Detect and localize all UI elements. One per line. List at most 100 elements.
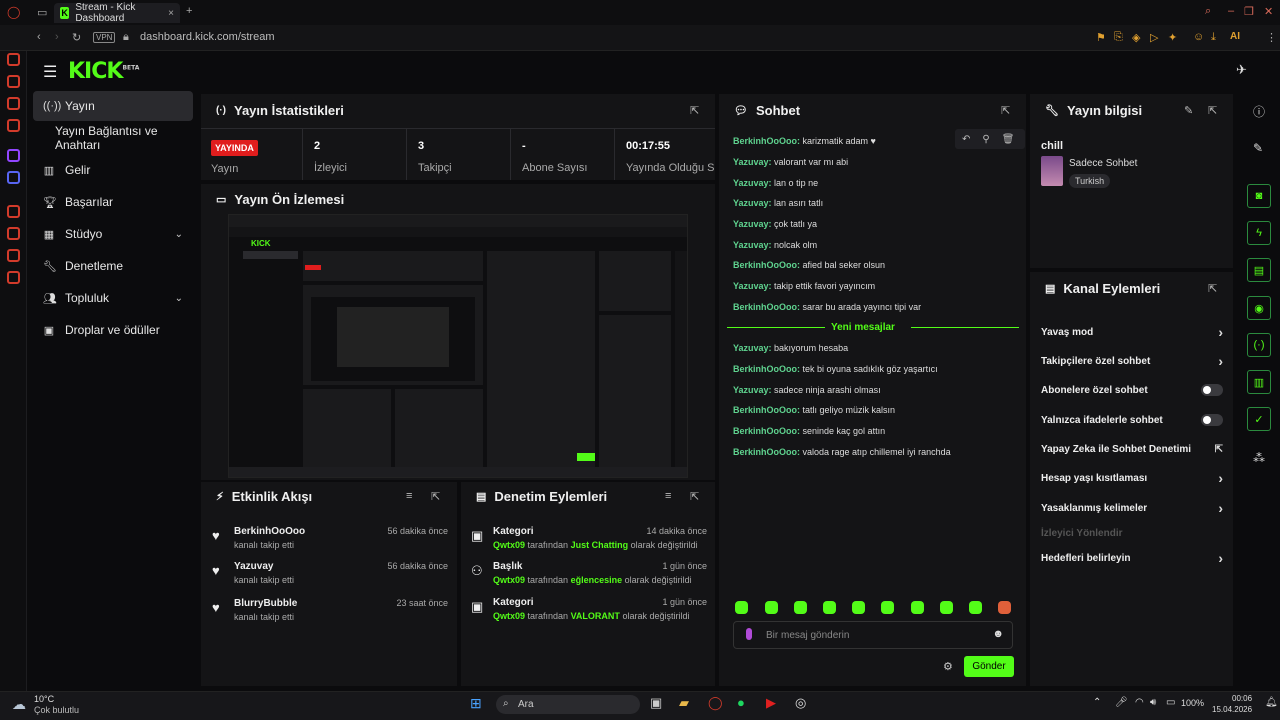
chat-message[interactable]: BerkinhOoOoo: seninde kaç gol attın	[733, 426, 885, 436]
action-emote-only[interactable]: Yalnızca ifadelerle sohbet	[1041, 410, 1223, 430]
reply-icon[interactable]: ↶	[962, 134, 970, 145]
twitch-icon[interactable]	[7, 149, 20, 162]
task-view-icon[interactable]: ▣	[650, 695, 662, 711]
toggle-switch[interactable]	[1201, 384, 1223, 396]
nav-item-yayin[interactable]: ((·)) Yayın	[33, 91, 193, 121]
bookmark-icon[interactable]: ⚑	[1096, 31, 1106, 44]
filter-icon[interactable]: ≡	[406, 490, 412, 502]
popout-icon[interactable]: ⇱	[690, 490, 699, 503]
chat-message[interactable]: Yazuvay: nolcak olm	[733, 240, 817, 250]
stream-preview-video[interactable]: KICK	[228, 214, 688, 478]
tray-chevron-icon[interactable]: ⌃	[1093, 697, 1101, 708]
browser-search-icon[interactable]: ⌕	[1205, 5, 1211, 18]
battery-icon[interactable]: ▭	[1166, 697, 1175, 708]
nav-item-basarilar[interactable]: 🏆︎ Başarılar	[33, 187, 193, 217]
sidebar-app-icon[interactable]	[7, 119, 20, 132]
ai-button[interactable]: AI	[1230, 31, 1240, 42]
chat-message[interactable]: BerkinhOoOoo: valoda rage atıp chillemel…	[733, 447, 951, 457]
discord-icon[interactable]	[7, 171, 20, 184]
vpn-badge[interactable]: VPN	[93, 32, 116, 43]
action-subscribers-only[interactable]: Abonelere özel sohbet	[1041, 380, 1223, 400]
url-text[interactable]: dashboard.kick.com/stream	[140, 31, 275, 43]
nav-item-gelir[interactable]: ▥ Gelir	[33, 155, 193, 185]
action-goals[interactable]: Hedefleri belirleyin ›	[1041, 548, 1223, 568]
opera-taskbar-icon[interactable]: ◯	[708, 695, 723, 711]
action-banned-words[interactable]: Yasaklanmış kelimeler ›	[1041, 498, 1223, 518]
filter-icon[interactable]: ≡	[665, 490, 671, 502]
edit-icon[interactable]: ✎	[1253, 141, 1263, 155]
forward-icon[interactable]: ›	[55, 31, 59, 43]
popout-icon[interactable]: ⇱	[1001, 104, 1010, 117]
app-icon[interactable]: ◎	[795, 695, 806, 711]
download-icon[interactable]: ⤓	[1211, 31, 1216, 44]
apps-icon[interactable]: ⁂	[1253, 451, 1265, 465]
action-followers-only[interactable]: Takipçilere özel sohbet ›	[1041, 351, 1223, 371]
tab-close-icon[interactable]: ×	[168, 8, 174, 19]
emote-icon[interactable]	[852, 601, 865, 614]
action-slow-mode[interactable]: Yavaş mod ›	[1041, 322, 1223, 342]
minimize-icon[interactable]: –	[1228, 5, 1234, 17]
sidebar-app-icon[interactable]	[7, 205, 20, 218]
weather-temp[interactable]: 10°C	[34, 694, 54, 704]
rail-button-moderation[interactable]: ✓	[1247, 407, 1271, 431]
user-avatar-icon[interactable]: ✈	[1236, 62, 1247, 78]
back-icon[interactable]: ‹	[37, 31, 41, 43]
emote-icon[interactable]	[765, 601, 778, 614]
chat-message[interactable]: BerkinhOoOoo: tek bi oyuna sadıklık göz …	[733, 364, 938, 374]
sidebar-app-icon[interactable]	[7, 53, 20, 66]
close-window-icon[interactable]: ✕	[1264, 5, 1273, 18]
history-icon[interactable]	[7, 227, 20, 240]
sidebar-app-icon[interactable]	[7, 97, 20, 110]
rail-button-broadcast[interactable]: (·)	[1247, 333, 1271, 357]
rail-button-raid[interactable]: ϟ	[1247, 221, 1271, 245]
lock-icon[interactable]: 🔒︎	[123, 31, 129, 44]
sidebar-app-icon[interactable]	[7, 249, 20, 262]
mic-icon[interactable]: 🎤︎	[1115, 697, 1128, 708]
battery-level[interactable]: 100%	[1181, 698, 1204, 708]
volume-icon[interactable]: 🔊︎	[1150, 697, 1156, 708]
nav-item-denetleme[interactable]: 🔧︎ Denetleme	[33, 251, 193, 281]
trash-icon[interactable]: 🗑︎	[1002, 134, 1015, 145]
chat-message[interactable]: Yazuvay: valorant var mı abi	[733, 157, 848, 167]
popout-icon[interactable]: ⇱	[1208, 104, 1217, 117]
rail-button-clip[interactable]: ◙	[1247, 184, 1271, 208]
tab-menu-icon[interactable]: ▭	[37, 6, 47, 19]
windows-start-icon[interactable]: ⊞	[470, 695, 482, 712]
youtube-icon[interactable]: ▶	[766, 695, 776, 711]
chat-message[interactable]: Yazuvay: takip ettik favori yayıncım	[733, 281, 875, 291]
weather-icon[interactable]: ☁	[12, 696, 26, 713]
snapshot-icon[interactable]: ⎘	[1114, 31, 1123, 44]
emote-icon[interactable]	[794, 601, 807, 614]
weather-text[interactable]: Çok bulutlu	[34, 705, 79, 715]
rail-button-chat[interactable]: ◉	[1247, 296, 1271, 320]
wifi-icon[interactable]: ◠	[1135, 697, 1144, 708]
popout-icon[interactable]: ⇱	[690, 104, 699, 117]
popout-icon[interactable]: ⇱	[431, 490, 440, 503]
info-icon[interactable]: ⓘ	[1253, 103, 1265, 120]
action-ai-moderation[interactable]: Yapay Zeka ile Sohbet Denetimi ⇱	[1041, 439, 1223, 459]
chat-message[interactable]: BerkinhOoOoo: sarar bu arada yayıncı tip…	[733, 302, 921, 312]
settings-icon[interactable]	[7, 271, 20, 284]
clock-date[interactable]: 15.04.2026	[1212, 705, 1252, 714]
nav-item-topluluk[interactable]: 👥︎ Topluluk ⌄	[33, 283, 193, 313]
emote-icon[interactable]	[911, 601, 924, 614]
nav-item-droplar[interactable]: ▣ Droplar ve ödüller	[33, 315, 193, 345]
clock-time[interactable]: 00:06	[1232, 694, 1252, 703]
reload-icon[interactable]: ↻	[72, 31, 81, 44]
emote-icon[interactable]	[969, 601, 982, 614]
rail-button-actions[interactable]: ▥	[1247, 370, 1271, 394]
play-icon[interactable]: ▷	[1150, 31, 1158, 44]
chat-message[interactable]: BerkinhOoOoo: tatlı geliyo müzik kalsın	[733, 405, 895, 415]
shield-icon[interactable]: ◈	[1132, 31, 1140, 44]
pin-icon[interactable]: ⚲	[982, 134, 989, 145]
popout-icon[interactable]: ⇱	[1208, 282, 1217, 295]
emoji-icon[interactable]: ☻	[992, 628, 1004, 640]
nav-item-stream-key[interactable]: Yayın Bağlantısı ve Anahtarı	[33, 123, 193, 153]
emote-icon[interactable]	[881, 601, 894, 614]
emote-icon[interactable]	[735, 601, 748, 614]
chat-message[interactable]: Yazuvay: sadece ninja arashi olması	[733, 385, 881, 395]
emote-icon[interactable]	[940, 601, 953, 614]
action-account-age[interactable]: Hesap yaşı kısıtlaması ›	[1041, 468, 1223, 488]
notification-icon[interactable]: 🔔︎	[1265, 697, 1278, 708]
chat-message[interactable]: BerkinhOoOoo: karizmatik adam ♥	[733, 136, 876, 146]
